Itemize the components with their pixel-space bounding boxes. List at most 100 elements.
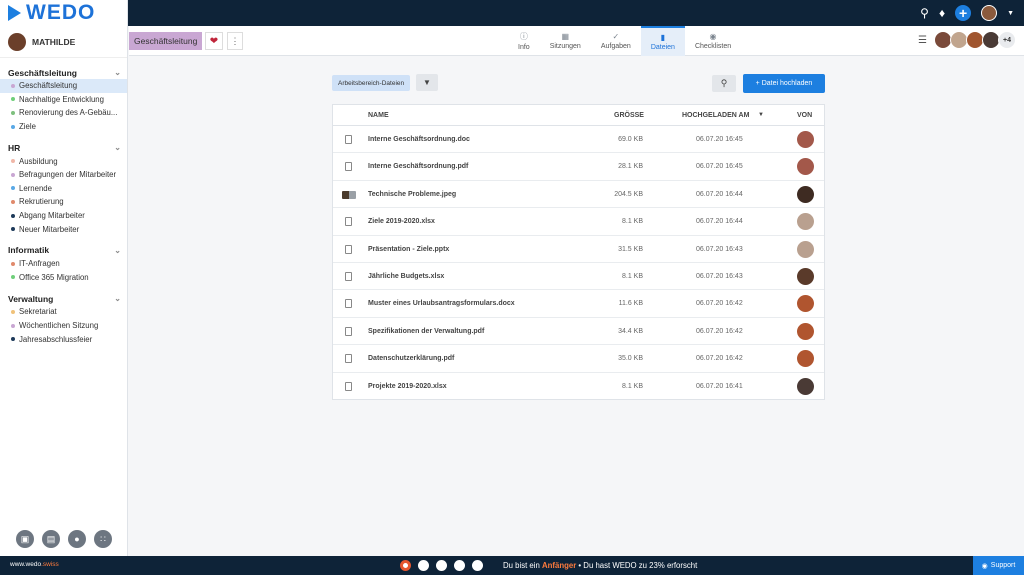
sidebar-item[interactable]: Office 365 Migration bbox=[0, 271, 127, 285]
sidebar-item[interactable]: Ziele bbox=[0, 120, 127, 134]
tab-label: Aufgaben bbox=[600, 43, 631, 50]
sidebar-item[interactable]: Jahresabschlussfeier bbox=[0, 332, 127, 346]
table-row[interactable]: Muster eines Urlaubsantragsformulars.doc… bbox=[333, 290, 824, 318]
sidebar-group-header[interactable]: Geschäftsleitung ⌄ bbox=[0, 66, 127, 79]
site-link[interactable]: www.wedo.swiss bbox=[10, 561, 59, 568]
table-row[interactable]: Ziele 2019-2020.xlsx 8.1 KB 06.07.20 16:… bbox=[333, 208, 824, 236]
uploader-avatar[interactable] bbox=[797, 322, 814, 340]
progress-dot[interactable] bbox=[436, 560, 447, 571]
table-row[interactable]: Jährliche Budgets.xlsx 8.1 KB 06.07.20 1… bbox=[333, 263, 824, 291]
color-dot bbox=[11, 110, 15, 115]
sidebar-item[interactable]: Wöchentlichen Sitzung bbox=[0, 319, 127, 333]
apps-grid-icon[interactable]: ∷ bbox=[94, 530, 112, 548]
support-button[interactable]: ◉ Support bbox=[973, 556, 1024, 575]
sidebar-item[interactable]: Ausbildung bbox=[0, 154, 127, 168]
file-icon bbox=[345, 244, 352, 254]
sort-desc-icon[interactable]: ▼ bbox=[758, 112, 764, 118]
file-name[interactable]: Projekte 2019-2020.xlsx bbox=[368, 383, 447, 390]
team-icon[interactable]: ☰ bbox=[918, 35, 927, 46]
progress-dot[interactable] bbox=[454, 560, 465, 571]
sidebar-item[interactable]: Abgang Mitarbeiter bbox=[0, 209, 127, 223]
sidebar-item[interactable]: Sekretariat bbox=[0, 305, 127, 319]
uploader-avatar[interactable] bbox=[797, 240, 814, 258]
sidebar-group-header[interactable]: Verwaltung ⌄ bbox=[0, 292, 127, 305]
table-row[interactable]: Präsentation - Ziele.pptx 31.5 KB 06.07.… bbox=[333, 236, 824, 263]
chevron-down-icon[interactable]: ▼ bbox=[1007, 10, 1014, 17]
table-row[interactable]: Datenschutzerklärung.pdf 35.0 KB 06.07.2… bbox=[333, 345, 824, 373]
sidebar-item[interactable]: Renovierung des A-Gebäu... bbox=[0, 106, 127, 120]
column-by[interactable]: VON bbox=[797, 112, 812, 119]
chevron-down-icon[interactable]: ⌄ bbox=[114, 68, 121, 77]
column-uploaded[interactable]: HOCHGELADEN AM bbox=[682, 112, 749, 119]
file-name[interactable]: Technische Probleme.jpeg bbox=[368, 191, 456, 198]
chevron-down-icon[interactable]: ⌄ bbox=[114, 143, 121, 152]
sidebar-item[interactable]: IT-Anfragen bbox=[0, 257, 127, 271]
users-icon[interactable]: ● bbox=[68, 530, 86, 548]
tab-aufgaben[interactable]: ✓ Aufgaben bbox=[591, 26, 641, 56]
sidebar-item[interactable]: Geschäftsleitung bbox=[0, 79, 127, 93]
file-name[interactable]: Jährliche Budgets.xlsx bbox=[368, 273, 444, 280]
tab-checklisten[interactable]: ◉ Checklisten bbox=[685, 26, 741, 56]
uploader-avatar[interactable] bbox=[797, 377, 814, 395]
user-profile[interactable]: MATHILDE bbox=[0, 26, 127, 58]
sidebar-group-header[interactable]: HR ⌄ bbox=[0, 141, 127, 154]
avatar bbox=[8, 32, 26, 51]
table-row[interactable]: Interne Geschäftsordnung.doc 69.0 KB 06.… bbox=[333, 126, 824, 154]
file-name[interactable]: Interne Geschäftsordnung.doc bbox=[368, 136, 470, 143]
sidebar-item-label: IT-Anfragen bbox=[19, 259, 60, 269]
chevron-down-icon[interactable]: ⌄ bbox=[114, 294, 121, 303]
uploader-avatar[interactable] bbox=[797, 267, 814, 285]
logo[interactable]: WEDO bbox=[0, 0, 128, 26]
uploader-avatar[interactable] bbox=[797, 350, 814, 368]
uploader-avatar[interactable] bbox=[797, 131, 814, 148]
column-name[interactable]: NAME bbox=[368, 112, 389, 119]
uploader-avatar[interactable] bbox=[797, 185, 814, 203]
sidebar-item[interactable]: Neuer Mitarbeiter bbox=[0, 222, 127, 236]
sidebar-item[interactable]: Nachhaltige Entwicklung bbox=[0, 93, 127, 107]
add-button[interactable]: + bbox=[955, 5, 972, 21]
file-name[interactable]: Datenschutzerklärung.pdf bbox=[368, 355, 454, 362]
uploader-avatar[interactable] bbox=[797, 213, 814, 231]
user-avatar[interactable] bbox=[981, 5, 998, 21]
more-options-icon[interactable]: ⋮ bbox=[227, 32, 243, 50]
file-name[interactable]: Interne Geschäftsordnung.pdf bbox=[368, 163, 468, 170]
workspace-files-filter[interactable]: Arbeitsbereich-Dateien bbox=[332, 75, 411, 91]
progress-dot[interactable] bbox=[472, 560, 483, 571]
upload-file-button[interactable]: + Datei hochladen bbox=[743, 74, 825, 93]
clipboard-icon[interactable]: ▤ bbox=[42, 530, 60, 548]
uploader-avatar[interactable] bbox=[797, 295, 814, 313]
briefcase-icon[interactable]: ▣ bbox=[16, 530, 34, 548]
more-members-badge[interactable]: +4 bbox=[998, 31, 1016, 49]
favorite-heart-icon[interactable]: ❤ bbox=[205, 32, 223, 50]
table-row[interactable]: Projekte 2019-2020.xlsx 8.1 KB 06.07.20 … bbox=[333, 373, 824, 400]
search-icon[interactable]: ⚲ bbox=[920, 7, 929, 19]
sidebar-group-header[interactable]: Informatik ⌄ bbox=[0, 244, 127, 257]
file-size: 8.1 KB bbox=[621, 272, 643, 280]
file-name[interactable]: Präsentation - Ziele.pptx bbox=[368, 246, 449, 253]
table-row[interactable]: Interne Geschäftsordnung.pdf 28.1 KB 06.… bbox=[333, 153, 824, 181]
bell-icon[interactable]: ♦ bbox=[939, 7, 945, 19]
sidebar-item[interactable]: Befragungen der Mitarbeiter bbox=[0, 168, 127, 182]
file-name[interactable]: Muster eines Urlaubsantragsformulars.doc… bbox=[368, 300, 515, 307]
tab-dateien[interactable]: ▮ Dateien bbox=[640, 26, 685, 56]
file-name[interactable]: Spezifikationen der Verwaltung.pdf bbox=[368, 328, 484, 335]
search-files-icon[interactable]: ⚲ bbox=[712, 75, 736, 92]
tab-info[interactable]: ⓘ Info bbox=[508, 26, 540, 56]
chevron-down-icon[interactable]: ⌄ bbox=[114, 246, 121, 255]
table-row[interactable]: Spezifikationen der Verwaltung.pdf 34.4 … bbox=[333, 318, 824, 346]
sidebar-item[interactable]: Rekrutierung bbox=[0, 195, 127, 209]
progress-dot[interactable] bbox=[418, 560, 429, 571]
table-row[interactable]: Technische Probleme.jpeg 204.5 KB 06.07.… bbox=[333, 181, 824, 209]
upload-date: 06.07.20 16:44 bbox=[696, 218, 743, 226]
progress-dot[interactable] bbox=[400, 560, 411, 571]
file-name[interactable]: Ziele 2019-2020.xlsx bbox=[368, 218, 435, 225]
filter-icon[interactable]: ▼ bbox=[416, 74, 438, 91]
tab-sitzungen[interactable]: ▦ Sitzungen bbox=[540, 26, 591, 56]
color-dot bbox=[11, 83, 15, 88]
column-size[interactable]: GRÖSSE bbox=[614, 112, 644, 119]
sidebar-item-label: Renovierung des A-Gebäu... bbox=[19, 108, 118, 118]
uploader-avatar[interactable] bbox=[797, 158, 814, 176]
workspace-tag[interactable]: Geschäftsleitung bbox=[129, 32, 203, 50]
sidebar-item[interactable]: Lernende bbox=[0, 182, 127, 196]
file-size: 69.0 KB bbox=[618, 136, 643, 143]
